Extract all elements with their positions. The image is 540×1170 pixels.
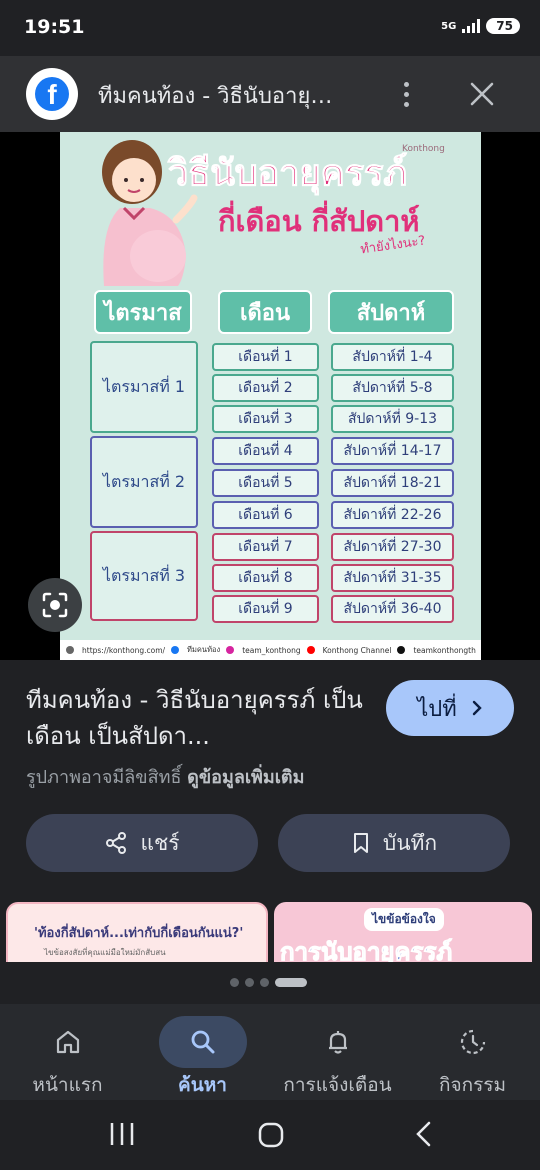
battery-level: 75 bbox=[496, 19, 513, 33]
month-cell: เดือนที่ 5 bbox=[212, 469, 319, 497]
related-image-card[interactable]: 'ท้องกี่สัปดาห์...เท่ากับกี่เดือนกันแน่?… bbox=[6, 902, 268, 962]
more-info-link[interactable]: ดูข้อมูลเพิ่มเติม bbox=[187, 767, 304, 788]
week-cell: สัปดาห์ที่ 27-30 bbox=[331, 533, 454, 561]
close-icon[interactable] bbox=[462, 74, 502, 114]
week-cell: สัปดาห์ที่ 18-21 bbox=[331, 469, 454, 497]
chevron-right-icon bbox=[472, 700, 482, 716]
month-cell: เดือนที่ 3 bbox=[212, 405, 319, 433]
save-label: บันทึก bbox=[382, 830, 438, 855]
col-header-week: สัปดาห์ bbox=[328, 290, 454, 334]
viewer-header: f ทีมคนท้อง - วิธีนับอายุ… bbox=[0, 56, 540, 132]
image-viewer[interactable]: วิธีนับอายุครรภ์ กี่เดือน กี่สัปดาห์ ทำย… bbox=[0, 132, 540, 660]
battery-icon: 75 bbox=[486, 18, 520, 34]
save-button[interactable]: บันทึก bbox=[278, 814, 510, 872]
bottom-navigation: หน้าแรก ค้นหา การแจ้งเตือน กิจกรรม bbox=[0, 1004, 540, 1100]
page-dot bbox=[230, 978, 239, 987]
trimester-1: ไตรมาสที่ 1 bbox=[90, 341, 198, 433]
footer-tiktok: teamkonthongth bbox=[413, 645, 476, 655]
month-cell: เดือนที่ 2 bbox=[212, 374, 319, 402]
month-cell: เดือนที่ 8 bbox=[212, 564, 319, 592]
footer-facebook: ทีมคนท้อง bbox=[187, 645, 221, 654]
share-icon bbox=[106, 832, 127, 854]
week-cell: สัปดาห์ที่ 36-40 bbox=[331, 595, 454, 623]
nav-notifications[interactable]: การแจ้งเตือน bbox=[270, 1004, 405, 1100]
month-cell: เดือนที่ 1 bbox=[212, 343, 319, 371]
nav-notifications-label: การแจ้งเตือน bbox=[283, 1074, 392, 1096]
col-header-trimester: ไตรมาส bbox=[94, 290, 192, 334]
col-header-month: เดือน bbox=[218, 290, 312, 334]
related-title: ไขข้อข้องใจ bbox=[364, 908, 444, 931]
youtube-icon bbox=[306, 646, 315, 654]
related-subtitle: การนับอายุครรภ์ bbox=[279, 938, 453, 963]
bookmark-icon bbox=[353, 833, 368, 853]
instagram-icon bbox=[226, 646, 235, 654]
facebook-icon: f bbox=[26, 68, 78, 120]
week-cell: สัปดาห์ที่ 1-4 bbox=[331, 343, 454, 371]
month-cell: เดือนที่ 7 bbox=[212, 533, 319, 561]
footer-instagram: team_konthong bbox=[242, 645, 301, 655]
footer-youtube: Konthong Channel bbox=[322, 645, 392, 655]
network-label: 5G bbox=[441, 20, 457, 32]
tiktok-icon bbox=[397, 646, 406, 654]
related-subtitle: ไขข้อสงสัยที่คุณแม่มือใหม่มักสับสน bbox=[44, 948, 166, 957]
status-icons: 5G 75 bbox=[441, 18, 520, 34]
back-icon[interactable] bbox=[412, 1120, 436, 1148]
related-title: 'ท้องกี่สัปดาห์...เท่ากับกี่เดือนกันแน่?… bbox=[34, 926, 244, 941]
related-images: 'ท้องกี่สัปดาห์...เท่ากับกี่เดือนกันแน่?… bbox=[0, 902, 540, 962]
visit-button-label: ไปที่ bbox=[417, 696, 457, 722]
header-title: ทีมคนท้อง - วิธีนับอายุ… bbox=[98, 84, 333, 109]
lens-icon bbox=[42, 592, 68, 618]
facebook-small-icon bbox=[171, 646, 180, 654]
poster-image[interactable]: วิธีนับอายุครรภ์ กี่เดือน กี่สัปดาห์ ทำย… bbox=[60, 132, 481, 660]
page-dot bbox=[245, 978, 254, 987]
poster-title-line1: วิธีนับอายุครรภ์ bbox=[167, 153, 408, 195]
more-options-button[interactable] bbox=[392, 76, 420, 112]
home-icon bbox=[56, 1030, 79, 1054]
visit-button[interactable]: ไปที่ bbox=[386, 680, 514, 736]
system-navigation-bar bbox=[0, 1100, 540, 1170]
status-time: 19:51 bbox=[24, 16, 85, 38]
month-cell: เดือนที่ 4 bbox=[212, 437, 319, 465]
week-cell: สัปดาห์ที่ 9-13 bbox=[331, 405, 454, 433]
trimester-3: ไตรมาสที่ 3 bbox=[90, 531, 198, 621]
poster-logo: Konthong bbox=[402, 144, 445, 154]
status-bar: 19:51 5G 75 bbox=[0, 0, 540, 56]
week-cell: สัปดาห์ที่ 14-17 bbox=[331, 437, 454, 465]
search-icon bbox=[191, 1030, 214, 1054]
share-label: แชร์ bbox=[140, 830, 180, 855]
nav-activity-label: กิจกรรม bbox=[438, 1074, 507, 1096]
home-circle-icon[interactable] bbox=[256, 1120, 286, 1150]
poster-footer: https://konthong.com/ ทีมคนท้อง team_kon… bbox=[60, 640, 481, 660]
related-image-card[interactable]: ไขข้อข้องใจ การนับอายุครรภ์ bbox=[274, 902, 532, 962]
page-indicator bbox=[230, 978, 307, 987]
nav-activity[interactable]: กิจกรรม bbox=[405, 1004, 540, 1100]
week-cell: สัปดาห์ที่ 5-8 bbox=[331, 374, 454, 402]
bell-icon bbox=[328, 1031, 347, 1054]
nav-home-label: หน้าแรก bbox=[32, 1074, 103, 1096]
share-button[interactable]: แชร์ bbox=[26, 814, 258, 872]
month-cell: เดือนที่ 6 bbox=[212, 501, 319, 529]
signal-icon bbox=[462, 19, 481, 33]
result-title[interactable]: ทีมคนท้อง - วิธีนับอายุครรภ์ เป็นเดือน เ… bbox=[26, 682, 376, 754]
nav-search-label: ค้นหา bbox=[178, 1074, 227, 1096]
copyright-notice: รูปภาพอาจมีลิขสิทธิ์ ดูข้อมูลเพิ่มเติม bbox=[26, 762, 304, 791]
week-cell: สัปดาห์ที่ 31-35 bbox=[331, 564, 454, 592]
page-dot bbox=[260, 978, 269, 987]
page-dot-active bbox=[275, 978, 307, 987]
footer-website: https://konthong.com/ bbox=[82, 645, 166, 655]
lens-button[interactable] bbox=[28, 578, 82, 632]
month-cell: เดือนที่ 9 bbox=[212, 595, 319, 623]
activity-icon bbox=[460, 1029, 485, 1055]
nav-home[interactable]: หน้าแรก bbox=[0, 1004, 135, 1100]
trimester-2: ไตรมาสที่ 2 bbox=[90, 436, 198, 528]
nav-search[interactable]: ค้นหา bbox=[135, 1004, 270, 1100]
globe-icon bbox=[66, 646, 74, 654]
copyright-text: รูปภาพอาจมีลิขสิทธิ์ bbox=[26, 767, 182, 788]
week-cell: สัปดาห์ที่ 22-26 bbox=[331, 501, 454, 529]
recents-icon[interactable] bbox=[108, 1120, 136, 1148]
